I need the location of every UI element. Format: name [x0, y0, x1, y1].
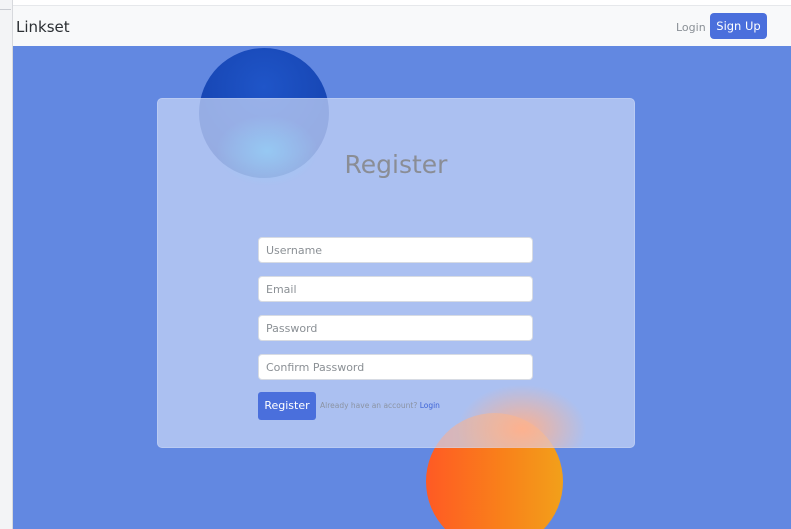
register-card: Register Register Already have an accoun… [157, 98, 635, 448]
register-button[interactable]: Register [258, 392, 316, 420]
already-account-text: Already have an account? Login [320, 401, 440, 410]
login-link[interactable]: Login [420, 401, 440, 410]
left-edge-strip [0, 0, 13, 529]
brand-logo[interactable]: Linkset [16, 18, 70, 36]
submit-row: Register Already have an account? Login [258, 392, 558, 420]
register-title: Register [344, 150, 448, 179]
nav-signup-button[interactable]: Sign Up [710, 13, 767, 39]
username-input[interactable] [258, 237, 533, 263]
nav-login-link[interactable]: Login [676, 21, 706, 34]
top-navbar: Linkset Login Sign Up [13, 5, 791, 47]
browser-viewport: Linkset Login Sign Up Register Register … [0, 0, 791, 529]
email-input[interactable] [258, 276, 533, 302]
password-input[interactable] [258, 315, 533, 341]
already-account-label: Already have an account? [320, 401, 418, 410]
left-edge-tick [0, 9, 11, 10]
confirm-password-input[interactable] [258, 354, 533, 380]
page-background: Register Register Already have an accoun… [13, 46, 791, 529]
